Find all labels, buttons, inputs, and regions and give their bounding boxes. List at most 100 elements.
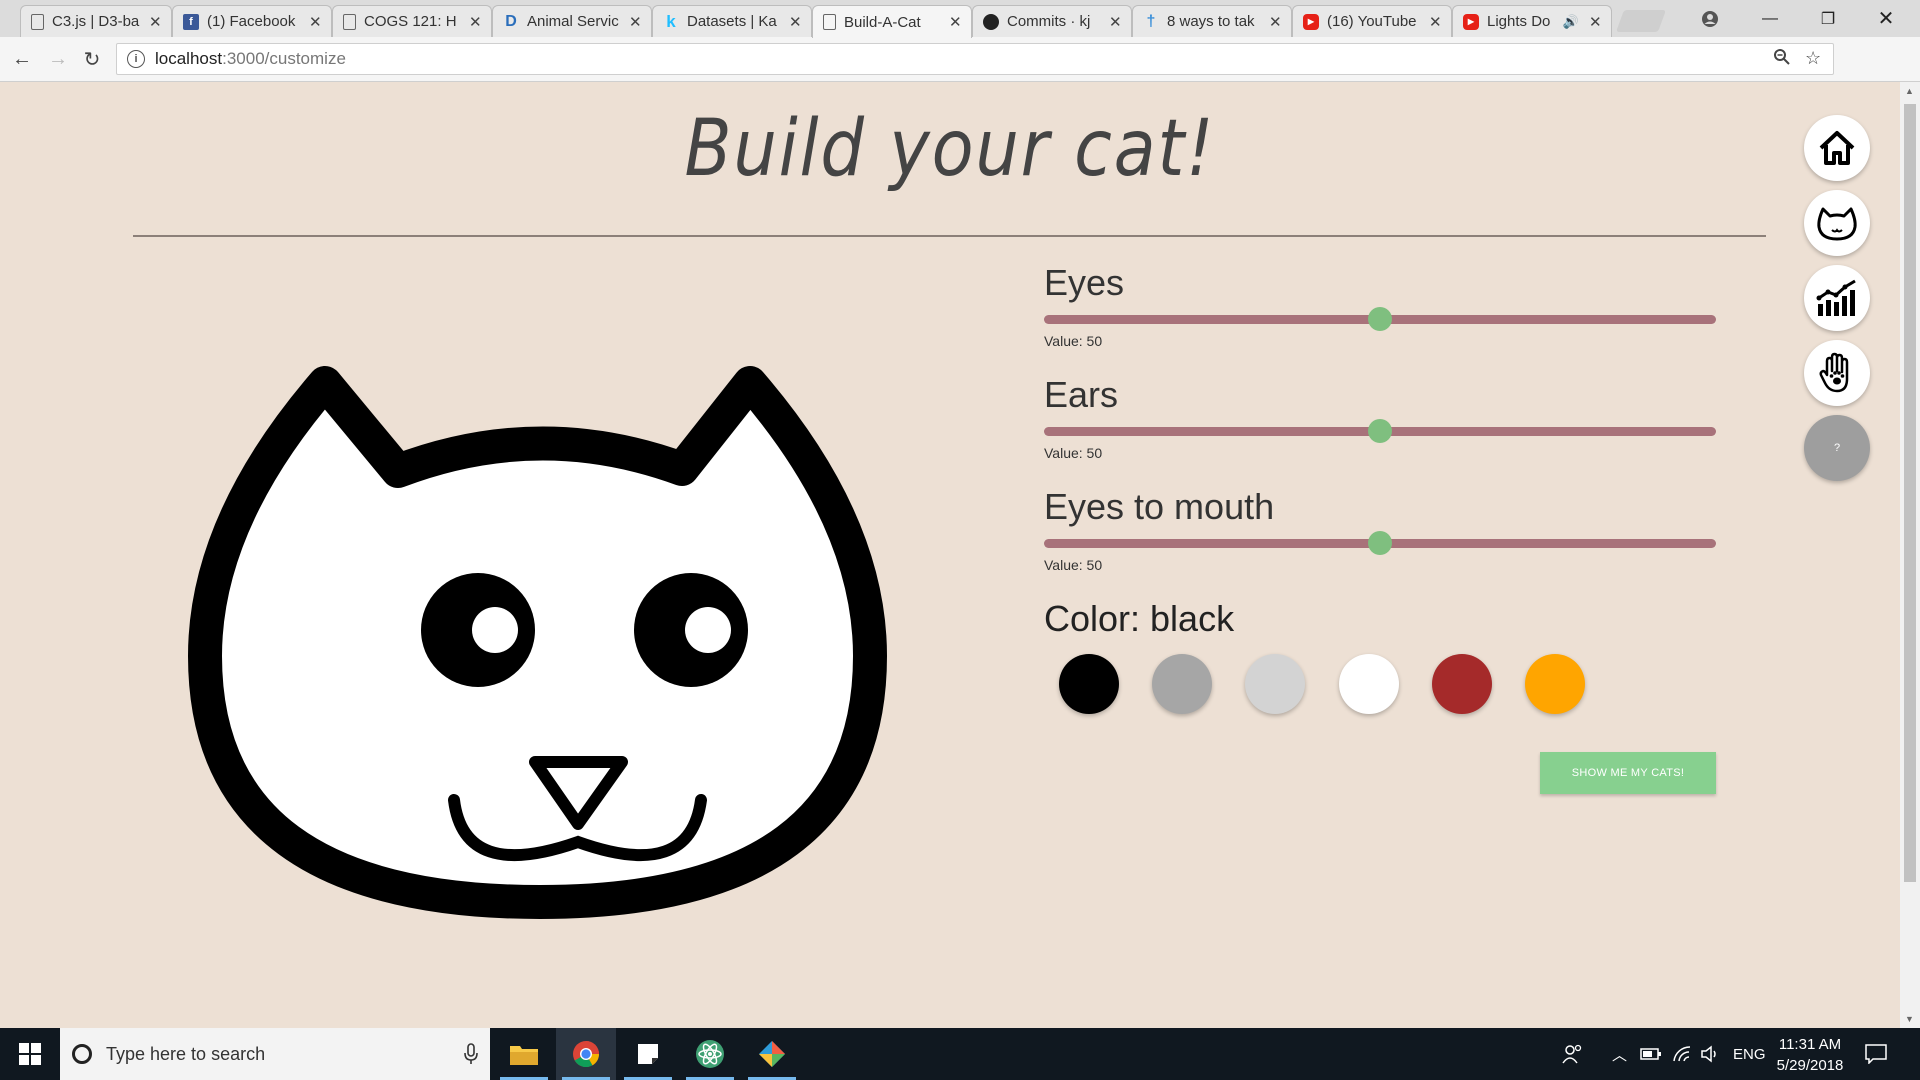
home-button[interactable] xyxy=(1804,115,1870,181)
close-icon[interactable]: ✕ xyxy=(149,13,163,31)
control-label: Eyes xyxy=(1044,262,1125,303)
youtube-icon: ▶ xyxy=(1463,13,1479,30)
tab-label: 8 ways to tak xyxy=(1167,13,1255,30)
scroll-down-icon[interactable]: ▼ xyxy=(1905,1014,1914,1024)
help-button[interactable]: ? xyxy=(1804,415,1870,481)
tab-label: Commits · kj xyxy=(1007,13,1091,30)
close-icon[interactable]: ✕ xyxy=(949,13,963,31)
reload-button[interactable]: ↻ xyxy=(78,45,106,73)
clock-time: 11:31 AM xyxy=(1778,1036,1842,1053)
volume-icon[interactable] xyxy=(1700,1028,1720,1080)
new-tab-button[interactable] xyxy=(1615,10,1667,32)
slider-value: Value: 50 xyxy=(1044,557,1103,573)
close-icon[interactable]: ✕ xyxy=(1269,13,1283,31)
clock[interactable]: 11:31 AM 5/29/2018 xyxy=(1760,1034,1860,1076)
search-placeholder: Type here to search xyxy=(106,1043,266,1064)
kaggle-icon: k xyxy=(666,11,676,31)
slider-value: Value: 50 xyxy=(1044,445,1103,461)
stats-button[interactable] xyxy=(1804,265,1870,331)
url-field[interactable]: i localhost:3000/customize ☆ xyxy=(116,43,1834,75)
profile-icon[interactable] xyxy=(1682,0,1738,37)
close-icon[interactable]: ✕ xyxy=(1109,13,1123,31)
people-icon[interactable] xyxy=(1562,1028,1584,1080)
slider-thumb[interactable] xyxy=(1368,531,1392,555)
scrollbar[interactable]: ▲ ▼ xyxy=(1900,82,1920,1028)
close-icon[interactable]: ✕ xyxy=(1589,13,1603,31)
eyes-to-mouth-control: Eyes to mouth Value: 50 xyxy=(1044,486,1716,598)
slider-thumb[interactable] xyxy=(1368,419,1392,443)
eyes-to-mouth-slider[interactable] xyxy=(1044,528,1716,558)
back-button[interactable]: ← xyxy=(8,45,36,73)
file-explorer-icon[interactable] xyxy=(494,1028,554,1080)
tab[interactable]: D Animal Servic ✕ xyxy=(492,5,652,37)
paw-button[interactable] xyxy=(1804,340,1870,406)
tab-label: Datasets | Ka xyxy=(687,13,777,30)
tab[interactable]: k Datasets | Ka ✕ xyxy=(652,5,812,37)
maximize-button[interactable]: ❐ xyxy=(1800,0,1856,37)
close-icon[interactable]: ✕ xyxy=(629,13,643,31)
page: Build your cat! Eyes Value: 50 Ears Valu… xyxy=(0,82,1900,1028)
tab[interactable]: f (1) Facebook ✕ xyxy=(172,5,332,37)
color-swatch-black[interactable] xyxy=(1059,654,1119,714)
tab-label: Build-A-Cat xyxy=(844,13,921,31)
tab-active[interactable]: Build-A-Cat ✕ xyxy=(812,5,972,38)
sticky-notes-icon[interactable] xyxy=(618,1028,678,1080)
tab-label: Animal Servic xyxy=(527,13,619,30)
slider-thumb[interactable] xyxy=(1368,307,1392,331)
start-button[interactable] xyxy=(0,1028,60,1080)
youtube-icon: ▶ xyxy=(1303,13,1319,30)
ears-slider[interactable] xyxy=(1044,416,1716,446)
speaker-icon[interactable]: 🔊 xyxy=(1563,14,1579,30)
left-eye-pupil xyxy=(472,607,518,653)
chevron-up-icon[interactable]: ︿ xyxy=(1612,1028,1627,1080)
clock-date: 5/29/2018 xyxy=(1776,1057,1844,1074)
tab-label: (16) YouTube xyxy=(1327,13,1417,30)
minimize-button[interactable]: — xyxy=(1742,0,1798,37)
color-swatch-orange[interactable] xyxy=(1525,654,1585,714)
close-icon[interactable]: ✕ xyxy=(469,13,483,31)
color-swatch-gray[interactable] xyxy=(1152,654,1212,714)
zoom-icon[interactable] xyxy=(1773,48,1791,71)
close-window-button[interactable]: ✕ xyxy=(1858,0,1914,37)
address-bar: ← → ↻ i localhost:3000/customize ☆ ⋮ xyxy=(0,37,1920,108)
tab[interactable]: † 8 ways to tak ✕ xyxy=(1132,5,1292,37)
right-eye-pupil xyxy=(685,607,731,653)
chrome-icon[interactable] xyxy=(556,1028,616,1080)
color-swatch-brown[interactable] xyxy=(1432,654,1492,714)
tab[interactable]: Commits · kj ✕ xyxy=(972,5,1132,37)
wifi-icon[interactable] xyxy=(1672,1028,1692,1080)
color-swatch-white[interactable] xyxy=(1339,654,1399,714)
tab[interactable]: ▶ Lights Do 🔊 ✕ xyxy=(1452,5,1612,37)
notification-icon[interactable] xyxy=(1865,1028,1887,1080)
scroll-thumb[interactable] xyxy=(1904,104,1916,882)
title-divider xyxy=(133,235,1766,237)
control-label: Ears xyxy=(1044,374,1119,415)
close-icon[interactable]: ✕ xyxy=(309,13,323,31)
gitkraken-icon[interactable] xyxy=(742,1028,802,1080)
cat-face-icon xyxy=(1817,207,1857,241)
windows-icon xyxy=(19,1043,41,1065)
controls-panel: Eyes Value: 50 Ears Value: 50 Eyes to mo… xyxy=(1044,262,1716,598)
build-cat-button[interactable] xyxy=(1804,190,1870,256)
page-title: Build your cat! xyxy=(684,104,1216,194)
cat-preview xyxy=(188,366,887,919)
document-icon xyxy=(343,13,356,30)
tab[interactable]: C3.js | D3-ba ✕ xyxy=(20,5,172,37)
close-icon[interactable]: ✕ xyxy=(789,13,803,31)
taskbar-search[interactable]: Type here to search xyxy=(60,1028,490,1080)
battery-icon[interactable] xyxy=(1640,1028,1662,1080)
close-icon[interactable]: ✕ xyxy=(1429,13,1443,31)
document-icon xyxy=(31,13,44,30)
color-swatch-lightgray[interactable] xyxy=(1245,654,1305,714)
info-icon[interactable]: i xyxy=(127,50,145,68)
atom-icon[interactable] xyxy=(680,1028,740,1080)
tab[interactable]: COGS 121: H ✕ xyxy=(332,5,492,37)
forward-button[interactable]: → xyxy=(44,45,72,73)
tab[interactable]: ▶ (16) YouTube ✕ xyxy=(1292,5,1452,37)
eyes-slider[interactable] xyxy=(1044,304,1716,334)
scroll-up-icon[interactable]: ▲ xyxy=(1905,86,1914,96)
microphone-icon[interactable] xyxy=(464,1043,478,1070)
show-my-cats-button[interactable]: SHOW ME MY CATS! xyxy=(1540,752,1716,794)
bookmark-star-icon[interactable]: ☆ xyxy=(1805,48,1821,69)
tab-label: C3.js | D3-ba xyxy=(52,13,140,30)
